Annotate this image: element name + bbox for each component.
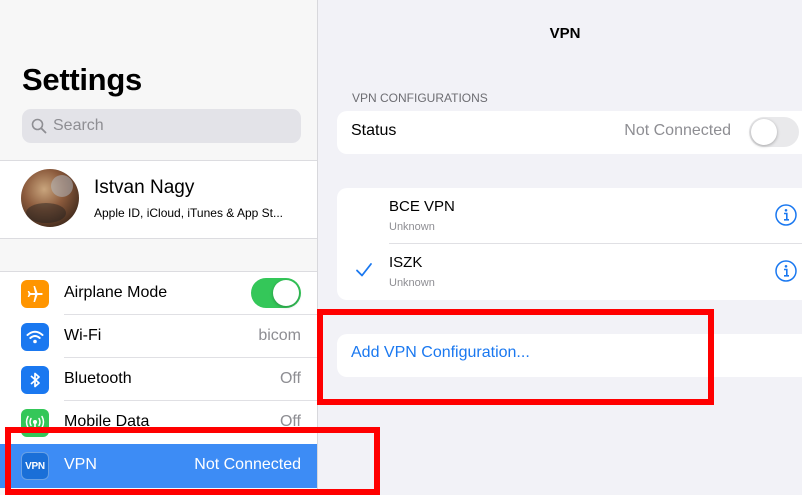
sidebar-item-label: Mobile Data	[64, 413, 150, 430]
vpn-config-state: Unknown	[389, 221, 435, 233]
vpn-config-item[interactable]: BCE VPN Unknown	[337, 188, 802, 244]
sidebar-item-label: Bluetooth	[64, 370, 132, 387]
search-icon	[31, 118, 47, 134]
page-title: Settings	[22, 62, 142, 97]
settings-list: Airplane Mode Wi-Fi bicom Bluetooth Off …	[0, 271, 317, 488]
info-icon[interactable]	[774, 259, 798, 283]
status-row: Status Not Connected	[337, 111, 802, 154]
status-value: Not Connected	[624, 122, 731, 139]
sidebar-item-value: Off	[279, 413, 301, 430]
airplane-mode-toggle[interactable]	[251, 278, 301, 308]
search-input[interactable]: Search	[22, 109, 301, 143]
info-icon[interactable]	[774, 203, 798, 227]
profile-name: Istvan Nagy	[94, 177, 195, 198]
sidebar-item-vpn[interactable]: VPN VPN Not Connected	[0, 444, 317, 488]
nav-title: VPN	[549, 25, 581, 42]
wifi-icon	[21, 323, 49, 351]
vpn-detail-pane: VPN VPN CONFIGURATIONS Status Not Connec…	[318, 0, 802, 495]
status-label: Status	[351, 122, 397, 139]
sidebar-item-mobile-data[interactable]: Mobile Data Off	[0, 401, 317, 444]
vpn-config-item[interactable]: ISZK Unknown	[337, 244, 802, 300]
sidebar-item-value: Not Connected	[194, 456, 301, 473]
sidebar-item-airplane-mode[interactable]: Airplane Mode	[0, 272, 317, 315]
section-header: VPN CONFIGURATIONS	[352, 91, 488, 105]
profile-subtitle: Apple ID, iCloud, iTunes & App St...	[94, 206, 283, 220]
sidebar-item-value: Off	[279, 370, 301, 387]
vpn-config-state: Unknown	[389, 277, 435, 289]
vpn-config-name: ISZK	[389, 254, 423, 271]
vpn-status-toggle[interactable]	[749, 117, 799, 147]
add-vpn-configuration-button[interactable]: Add VPN Configuration...	[337, 334, 802, 377]
vpn-config-list: BCE VPN Unknown ISZK Unknown	[337, 188, 802, 300]
sidebar-item-wifi[interactable]: Wi-Fi bicom	[0, 315, 317, 358]
sidebar-item-label: Airplane Mode	[64, 284, 168, 301]
antenna-icon	[21, 409, 49, 437]
sidebar-item-label: Wi-Fi	[64, 327, 102, 344]
vpn-icon: VPN	[21, 452, 49, 480]
bluetooth-icon	[21, 366, 49, 394]
sidebar: Settings Search Istvan Nagy Apple ID, iC…	[0, 0, 318, 495]
vpn-config-name: BCE VPN	[389, 198, 455, 215]
avatar	[21, 169, 79, 227]
apple-id-profile[interactable]: Istvan Nagy Apple ID, iCloud, iTunes & A…	[0, 160, 317, 239]
sidebar-item-value: bicom	[258, 327, 301, 344]
checkmark-icon	[356, 263, 372, 277]
search-placeholder: Search	[53, 117, 104, 134]
sidebar-item-bluetooth[interactable]: Bluetooth Off	[0, 358, 317, 401]
sidebar-item-label: VPN	[64, 456, 97, 473]
add-vpn-configuration-label: Add VPN Configuration...	[351, 344, 530, 361]
airplane-icon	[21, 280, 49, 308]
